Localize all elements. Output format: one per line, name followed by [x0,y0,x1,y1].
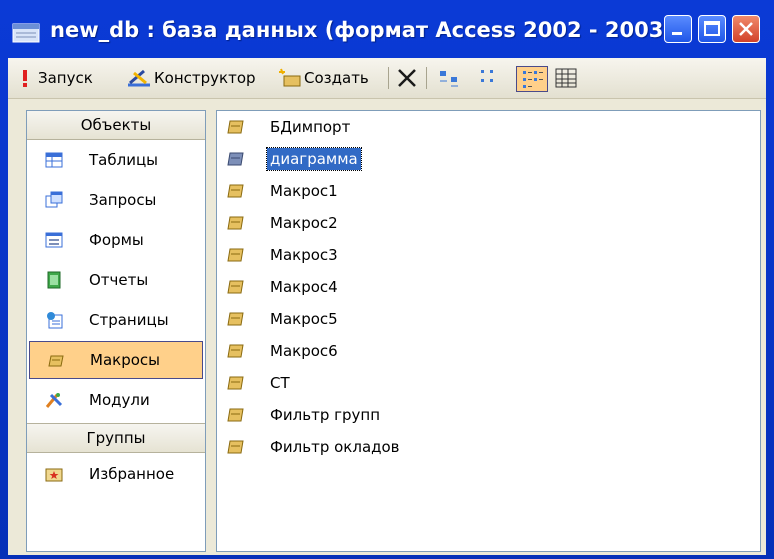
list-item[interactable]: Фильтр окладов [227,434,403,460]
objects-header: Объекты [27,111,205,140]
groups-header: Группы [27,423,205,453]
design-label: Конструктор [154,69,256,87]
groups-item-favorites[interactable]: Избранное [27,455,205,493]
window-title: new_db : база данных (формат Access 2002… [50,18,673,42]
list-item-label: Макрос3 [270,246,338,264]
database-window: new_db : база данных (формат Access 2002… [0,0,774,559]
list-item-label: БДимпорт [270,118,351,136]
list-item[interactable]: БДимпорт [227,114,353,140]
minimize-icon [672,32,682,35]
list-item-label: Макрос5 [270,310,338,328]
list-item-label: Макрос4 [270,278,338,296]
objects-item-modules[interactable]: Модули [27,381,205,419]
create-macro-icon [279,68,301,87]
query-icon [45,191,63,208]
form-icon [45,232,63,248]
run-label: Запуск [38,69,93,87]
window-client: Запуск Конструктор Создать Объекты Табли… [8,58,766,555]
macro-icon [227,440,244,454]
objects-panel: Объекты Таблицы Запросы Формы Отчеты Стр… [26,110,206,552]
macro-icon [227,216,244,230]
list-item[interactable]: Макрос4 [227,274,341,300]
macro-icon [227,152,244,166]
list-view-icon [523,71,543,88]
delete-icon [398,69,416,87]
list-item[interactable]: Макрос5 [227,306,341,332]
objects-item-macros[interactable]: Макросы [29,341,203,379]
list-item[interactable]: СТ [227,370,293,396]
large-icons-icon [440,71,458,87]
create-button[interactable]: Создать [278,66,369,90]
toolbar-separator [426,67,427,89]
objects-item-queries[interactable]: Запросы [27,181,205,219]
design-button[interactable]: Конструктор [126,66,256,90]
details-view-button[interactable] [554,66,578,90]
design-icon [128,69,150,87]
title-bar[interactable]: new_db : база данных (формат Access 2002… [0,0,774,58]
groups-item-label: Избранное [89,465,175,483]
list-item[interactable]: Макрос2 [227,210,341,236]
list-view-button[interactable] [516,66,548,92]
objects-item-label: Таблицы [89,151,158,169]
macro-icon [227,312,244,326]
small-icons-icon [481,70,493,82]
delete-button[interactable] [396,66,418,90]
list-item-label: Макрос2 [270,214,338,232]
macro-icon [227,248,244,262]
objects-item-label: Страницы [89,311,169,329]
macro-icon [48,355,64,367]
toolbar-separator [388,67,389,89]
list-item-label: СТ [270,374,290,392]
list-item-label: Фильтр окладов [270,438,400,456]
objects-item-pages[interactable]: Страницы [27,301,205,339]
macro-icon [227,376,244,390]
module-icon [45,393,63,408]
objects-item-forms[interactable]: Формы [27,221,205,259]
macro-icon [227,408,244,422]
macro-icon [227,184,244,198]
create-label: Создать [304,69,369,87]
macro-icon [227,280,244,294]
list-item-label: Макрос1 [270,182,338,200]
objects-item-label: Отчеты [89,271,149,289]
macro-icon [227,120,244,134]
list-item[interactable]: Макрос6 [227,338,341,364]
objects-item-label: Запросы [89,191,157,209]
objects-item-label: Формы [89,231,144,249]
small-icons-button[interactable] [478,66,502,90]
objects-item-label: Макросы [90,351,160,369]
list-item[interactable]: Фильтр групп [227,402,383,428]
report-icon [47,271,61,289]
objects-item-reports[interactable]: Отчеты [27,261,205,299]
objects-item-tables[interactable]: Таблицы [27,141,205,179]
maximize-button[interactable] [698,15,726,43]
run-button[interactable]: Запуск [18,66,93,90]
toolbar: Запуск Конструктор Создать [8,58,766,99]
table-icon [45,152,63,168]
macros-list: БДимпорт диаграмма Макрос1 Макрос2 Макро… [216,110,761,552]
run-icon [23,70,27,87]
close-button[interactable] [732,15,760,43]
objects-item-label: Модули [89,391,150,409]
list-item-label: Макрос6 [270,342,338,360]
close-icon [739,22,753,36]
maximize-icon [704,21,720,36]
list-item[interactable]: диаграмма [227,146,362,172]
details-view-icon [555,68,577,88]
list-item-label: диаграмма [266,147,362,171]
macro-icon [227,344,244,358]
database-icon [12,23,40,43]
large-icons-button[interactable] [438,66,462,90]
page-icon [47,312,63,329]
minimize-button[interactable] [664,15,692,43]
list-item[interactable]: Макрос1 [227,178,341,204]
list-item[interactable]: Макрос3 [227,242,341,268]
favorites-icon [45,468,63,482]
list-item-label: Фильтр групп [270,406,381,424]
